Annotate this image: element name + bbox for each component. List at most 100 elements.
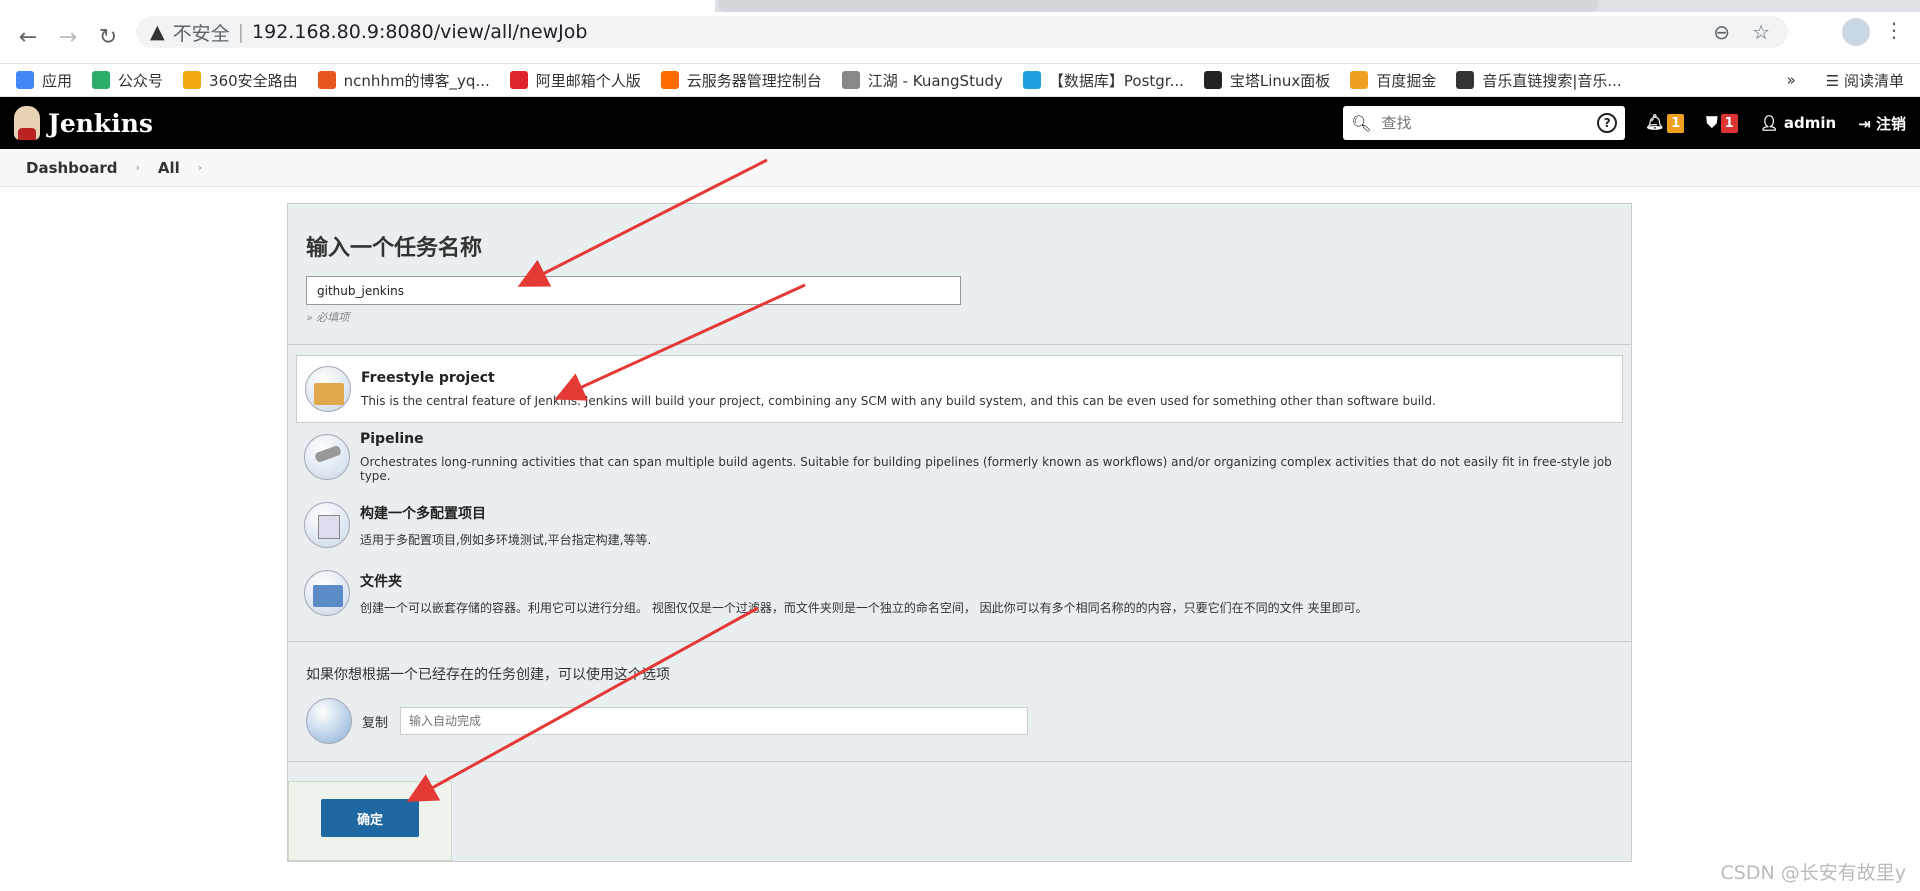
pipeline-icon — [304, 434, 350, 480]
bookmark-star-icon[interactable]: ☆ — [1752, 20, 1770, 44]
job-type-option[interactable]: Pipeline Orchestrates long-running activi… — [296, 423, 1623, 491]
new-job-form: 输入一个任务名称 » 必填项 Freestyle project This is … — [287, 203, 1632, 862]
warning-icon[interactable]: ▲ — [150, 21, 165, 43]
bookmark-label: 江湖 - KuangStudy — [867, 71, 1003, 90]
bookmark-item[interactable]: 音乐直链搜索|音乐... — [1456, 70, 1622, 91]
jenkins-header: Jenkins 🔍︎ ? 🔔︎1 ⛊1 👤︎ admin ⇥ 注销 — [0, 97, 1920, 149]
bookmark-icon — [509, 71, 528, 89]
folder-icon — [304, 570, 350, 616]
bookmark-icon — [1350, 71, 1369, 89]
job-type-description: 创建一个可以嵌套存储的容器。利用它可以进行分组。 视图仅仅是一个过滤器，而文件夹… — [360, 600, 1368, 615]
browser-toolbar: ← → ↻ ▲ 不安全 | 192.168.80.9:8080/view/all… — [0, 0, 1920, 64]
logout-link[interactable]: ⇥ 注销 — [1858, 113, 1906, 134]
tab-strip — [0, 0, 1920, 12]
reading-list-label: 阅读清单 — [1843, 71, 1904, 90]
job-type-title: Pipeline — [360, 431, 424, 447]
bookmark-label: 宝塔Linux面板 — [1229, 71, 1331, 90]
bookmarks-more[interactable]: » — [1787, 71, 1796, 89]
bookmark-item[interactable]: 阿里邮箱个人版 — [509, 70, 641, 91]
bookmark-icon — [92, 71, 111, 89]
separator: | — [237, 21, 245, 43]
job-type-description: This is the central feature of Jenkins. … — [361, 394, 1436, 408]
breadcrumb-all[interactable]: All — [158, 159, 180, 177]
submit-area: 确定 — [288, 781, 452, 861]
security-alerts[interactable]: ⛊ 1 — [1706, 113, 1738, 133]
job-type-text: Freestyle project This is the central fea… — [361, 370, 1436, 408]
bookmark-label: 音乐直链搜索|音乐... — [1482, 71, 1622, 90]
bookmark-icon — [183, 71, 202, 89]
user-menu[interactable]: 👤︎ admin — [1760, 114, 1837, 132]
bookmark-label: 阿里邮箱个人版 — [535, 71, 641, 90]
job-type-list: Freestyle project This is the central fea… — [288, 345, 1631, 642]
user-icon: 👤︎ — [1759, 114, 1784, 132]
bookmark-item[interactable]: 云服务器管理控制台 — [660, 70, 822, 91]
shield-icon: ⛊ — [1706, 113, 1718, 131]
job-type-title: 构建一个多配置项目 — [360, 505, 486, 522]
notification-badge: 1 — [1667, 114, 1685, 133]
inactive-tab[interactable] — [718, 0, 1598, 12]
bookmark-item[interactable]: 百度掘金 — [1350, 70, 1436, 91]
search-icon: 🔍︎ — [1351, 113, 1372, 133]
security-badge: 1 — [1720, 114, 1738, 133]
chevron-right-icon[interactable]: › — [135, 161, 139, 174]
search-input[interactable] — [1381, 114, 1598, 132]
reading-list-icon: ☰ — [1825, 71, 1844, 90]
reading-list[interactable]: ☰ 阅读清单 — [1826, 70, 1904, 91]
profile-avatar[interactable] — [1842, 18, 1870, 46]
job-type-text: 文件夹创建一个可以嵌套存储的容器。利用它可以进行分组。 视图仅仅是一个过滤器，而… — [360, 571, 1367, 616]
chevron-right-icon[interactable]: › — [198, 161, 202, 174]
copy-from-input[interactable] — [400, 707, 1029, 735]
name-section: 输入一个任务名称 » 必填项 — [288, 204, 1631, 345]
copy-hint: 如果你想根据一个已经存在的任务创建，可以使用这个选项 — [306, 667, 670, 683]
breadcrumb: Dashboard › All › — [0, 149, 1920, 187]
bookmark-icon — [1022, 71, 1041, 89]
bookmark-icon — [1203, 71, 1222, 89]
search-box: 🔍︎ ? — [1343, 106, 1626, 140]
bookmark-item[interactable]: ncnhhm的博客_yq... — [317, 70, 490, 91]
bookmark-icon — [317, 71, 336, 89]
job-type-text: Pipeline Orchestrates long-running activi… — [360, 431, 1615, 483]
jenkins-title: Jenkins — [48, 108, 153, 138]
breadcrumb-dashboard[interactable]: Dashboard — [26, 159, 117, 177]
more-menu-icon[interactable]: ⋮ — [1884, 18, 1904, 42]
bookmark-item[interactable]: 宝塔Linux面板 — [1203, 70, 1331, 91]
bookmarks-bar: 应用 公众号 360安全路由 ncnhhm的博客_yq... 阿里邮箱个人版 云服务器管理… — [0, 64, 1920, 97]
url-text[interactable]: 192.168.80.9:8080/view/all/newJob — [252, 21, 587, 43]
bookmark-icon — [660, 71, 679, 89]
bookmark-item[interactable]: 江湖 - KuangStudy — [841, 70, 1003, 91]
bookmark-label: 360安全路由 — [209, 71, 298, 90]
ok-button[interactable]: 确定 — [321, 799, 419, 837]
job-type-text: 构建一个多配置项目 适用于多配置项目,例如多环境测试,平台指定构建,等等. — [360, 503, 651, 548]
freestyle-icon — [305, 366, 351, 412]
bookmark-item[interactable]: 360安全路由 — [183, 70, 298, 91]
logout-icon: ⇥ — [1858, 114, 1876, 133]
notifications[interactable]: 🔔︎ 1 — [1645, 113, 1685, 133]
copy-icon — [306, 698, 352, 744]
bookmark-item[interactable]: 公众号 — [92, 70, 163, 91]
zoom-icon[interactable]: ⊖ — [1713, 20, 1730, 44]
bookmark-label: 云服务器管理控制台 — [686, 71, 822, 90]
job-type-option[interactable]: Freestyle project This is the central fea… — [296, 355, 1623, 423]
form-heading: 输入一个任务名称 — [306, 236, 483, 261]
multiconfig-icon — [304, 502, 350, 548]
job-name-input[interactable] — [306, 276, 961, 305]
watermark: CSDN @长安有故里y — [1720, 862, 1906, 884]
reload-icon[interactable]: ↻ — [88, 18, 128, 58]
bookmark-item[interactable]: 【数据库】Postgr... — [1022, 70, 1184, 91]
help-icon[interactable]: ? — [1597, 113, 1618, 133]
logout-label: 注销 — [1875, 114, 1906, 133]
job-type-option[interactable]: 构建一个多配置项目 适用于多配置项目,例如多环境测试,平台指定构建,等等. — [296, 491, 1623, 559]
back-icon[interactable]: ← — [8, 18, 48, 58]
bookmark-item[interactable]: 应用 — [16, 70, 72, 91]
address-bar[interactable]: ▲ 不安全 | 192.168.80.9:8080/view/all/newJo… — [136, 16, 1788, 48]
job-type-title: 文件夹 — [360, 573, 402, 590]
job-type-description: Orchestrates long-running activities tha… — [360, 455, 1612, 483]
bookmark-label: ncnhhm的博客_yq... — [343, 71, 490, 90]
active-tab[interactable] — [0, 0, 715, 12]
jenkins-logo[interactable]: Jenkins — [14, 106, 153, 140]
bell-icon: 🔔︎ — [1645, 113, 1665, 131]
bookmark-icon — [16, 71, 34, 89]
user-name: admin — [1783, 114, 1837, 132]
job-type-option[interactable]: 文件夹创建一个可以嵌套存储的容器。利用它可以进行分组。 视图仅仅是一个过滤器，而… — [296, 559, 1623, 627]
forward-icon[interactable]: → — [48, 18, 88, 58]
